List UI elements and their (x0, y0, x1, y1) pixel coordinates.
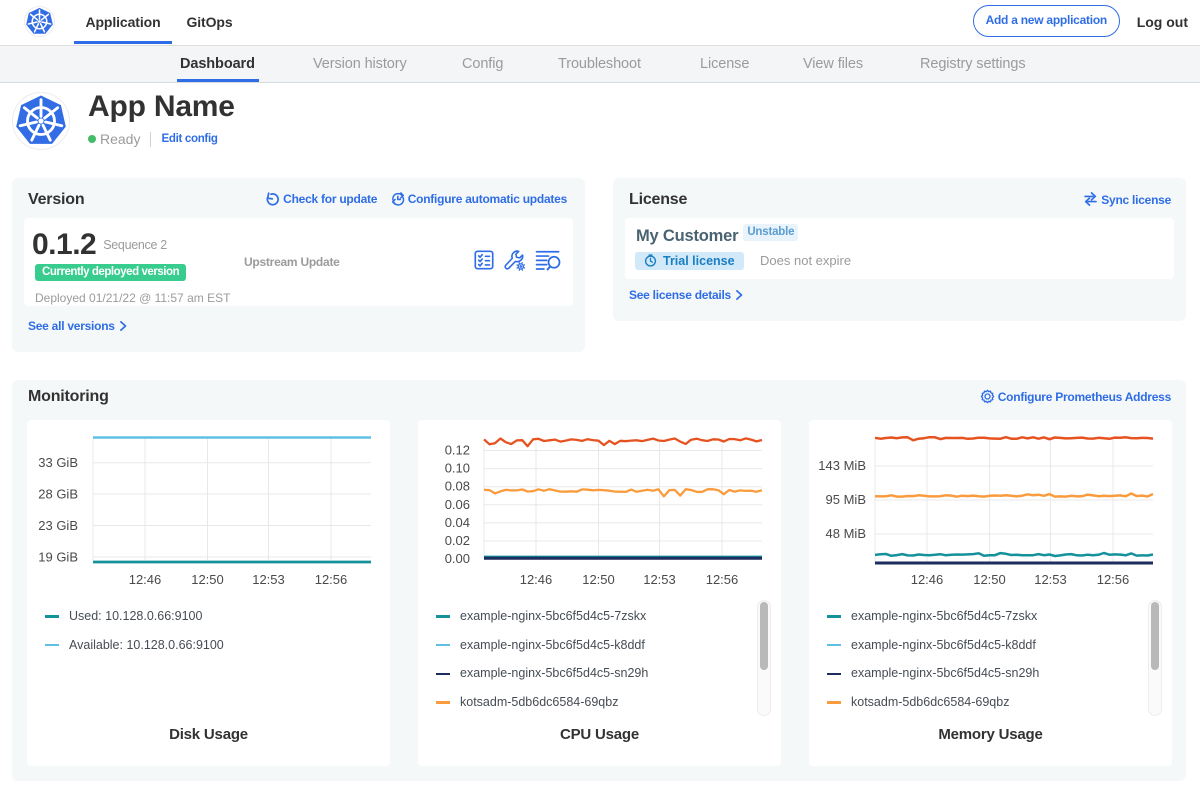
svg-text:0.02: 0.02 (445, 533, 470, 548)
svg-text:0.00: 0.00 (445, 551, 470, 566)
svg-text:28 GiB: 28 GiB (38, 487, 78, 502)
svg-text:12:53: 12:53 (643, 572, 676, 587)
svg-text:23 GiB: 23 GiB (38, 518, 78, 533)
svg-text:12:50: 12:50 (582, 572, 615, 587)
svg-text:0.04: 0.04 (445, 515, 470, 530)
svg-text:12:46: 12:46 (911, 572, 944, 587)
svg-text:0.12: 0.12 (445, 443, 470, 458)
svg-text:12:53: 12:53 (1034, 572, 1067, 587)
svg-text:48 MiB: 48 MiB (826, 526, 866, 541)
svg-text:143 MiB: 143 MiB (818, 458, 866, 473)
svg-text:12:53: 12:53 (252, 572, 285, 587)
svg-text:0.08: 0.08 (445, 479, 470, 494)
svg-text:12:50: 12:50 (191, 572, 224, 587)
svg-text:12:56: 12:56 (706, 572, 739, 587)
svg-text:95 MiB: 95 MiB (826, 492, 866, 507)
svg-text:12:50: 12:50 (973, 572, 1006, 587)
svg-text:19 GiB: 19 GiB (38, 550, 78, 565)
svg-text:12:56: 12:56 (315, 572, 348, 587)
svg-text:0.06: 0.06 (445, 497, 470, 512)
svg-text:12:46: 12:46 (520, 572, 553, 587)
svg-text:0.10: 0.10 (445, 461, 470, 476)
svg-text:12:46: 12:46 (129, 572, 162, 587)
svg-text:33 GiB: 33 GiB (38, 455, 78, 470)
svg-text:12:56: 12:56 (1097, 572, 1130, 587)
